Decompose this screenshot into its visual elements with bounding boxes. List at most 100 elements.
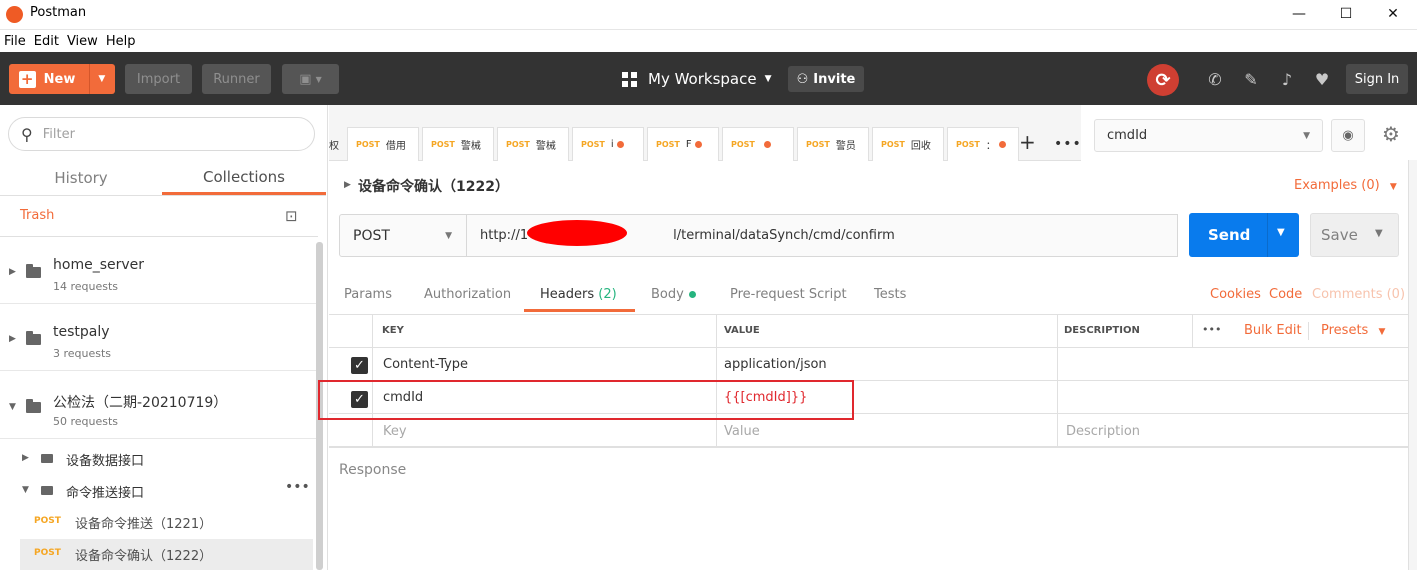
cookies-link[interactable]: Cookies <box>1210 287 1261 302</box>
tab-tests[interactable]: Tests <box>874 287 906 302</box>
collection-name: home_server <box>53 257 145 273</box>
chevron-right-icon[interactable]: ▶ <box>22 453 29 463</box>
tab-collections[interactable]: Collections <box>162 161 326 195</box>
request-tab[interactable]: POST 借用 <box>347 127 419 161</box>
method-badge: POST <box>806 140 830 149</box>
divider <box>1308 322 1309 340</box>
chevron-down-icon: ▼ <box>1378 327 1386 337</box>
folder-item-expanded[interactable]: ▼ 命令推送接口 ••• <box>0 474 318 507</box>
new-tab-icon[interactable]: + <box>1019 130 1036 154</box>
collection-item[interactable]: ▶ home_server 14 requests <box>0 238 318 304</box>
tab-history[interactable]: History <box>0 161 162 195</box>
menu-edit[interactable]: Edit <box>34 34 59 49</box>
collection-count: 14 requests <box>53 280 119 293</box>
tab-authorization[interactable]: Authorization <box>424 287 511 302</box>
method-select[interactable]: POST ▼ <box>339 214 467 257</box>
new-header-description-input[interactable]: Description <box>1066 424 1140 439</box>
filter-input[interactable]: ⚲ Filter <box>8 117 315 151</box>
more-tabs-icon[interactable]: ••• <box>1054 136 1082 152</box>
redaction-scribble <box>527 220 627 246</box>
collection-item[interactable]: ▶ testpaly 3 requests <box>0 305 318 371</box>
environment-quick-look-button[interactable]: ◉ <box>1331 119 1365 152</box>
minimize-button[interactable]: — <box>1276 0 1322 28</box>
new-header-value-input[interactable]: Value <box>724 424 760 439</box>
unsaved-dot-icon <box>763 141 771 148</box>
folder-item[interactable]: ▶ 设备数据接口 <box>0 442 318 475</box>
bell-icon[interactable]: ♪ <box>1276 68 1298 90</box>
maximize-button[interactable]: ☐ <box>1323 0 1369 28</box>
presets-dropdown[interactable]: Presets ▼ <box>1321 323 1385 338</box>
new-button[interactable]: + New ▼ <box>9 64 115 94</box>
table-more-options-icon[interactable]: ••• <box>1202 323 1221 336</box>
runner-button[interactable]: Runner <box>202 64 271 94</box>
new-window-button[interactable]: ▣ ▼ <box>282 64 339 94</box>
unsaved-dot-icon <box>616 141 624 148</box>
tab-name: 警员 <box>835 141 856 152</box>
collection-item-expanded[interactable]: ▼ 公检法（二期-20210719） 50 requests <box>0 373 318 439</box>
tab-params[interactable]: Params <box>344 287 392 302</box>
request-tab-partial[interactable]: 权 <box>329 137 339 152</box>
new-button-label: New <box>43 71 76 87</box>
chevron-right-icon[interactable]: ▶ <box>9 267 16 277</box>
sign-in-button[interactable]: Sign In <box>1346 64 1408 94</box>
new-button-divider <box>89 64 91 94</box>
chevron-down-icon[interactable]: ▼ <box>22 485 29 495</box>
chevron-right-icon[interactable]: ▶ <box>9 334 16 344</box>
tab-pre-request-script[interactable]: Pre-request Script <box>730 287 847 302</box>
trash-link[interactable]: Trash <box>20 208 54 223</box>
more-options-icon[interactable]: ••• <box>285 479 310 495</box>
heart-icon[interactable]: ♥ <box>1311 68 1333 90</box>
request-tab-active[interactable]: POST ： <box>947 127 1019 161</box>
comments-link[interactable]: Comments (0) <box>1312 287 1405 302</box>
header-enabled-checkbox[interactable]: ✓ <box>351 357 368 374</box>
bulk-edit-link[interactable]: Bulk Edit <box>1244 323 1302 338</box>
new-window-icon: ▣ <box>299 71 312 87</box>
search-icon: ⚲ <box>21 124 33 144</box>
invite-button[interactable]: ⚇ Invite <box>788 66 864 92</box>
chevron-right-icon[interactable]: ▶ <box>344 180 351 190</box>
tab-headers[interactable]: Headers (2) <box>540 287 617 302</box>
request-tab[interactable]: POST i <box>572 127 644 161</box>
method-badge: POST <box>731 140 755 149</box>
right-scrollbar-track[interactable] <box>1408 160 1417 570</box>
request-tab[interactable]: POST 警械 <box>422 127 494 161</box>
chevron-down-icon[interactable]: ▼ <box>1277 227 1285 238</box>
request-tab[interactable]: POST 回收 <box>872 127 944 161</box>
code-link[interactable]: Code <box>1269 287 1302 302</box>
gear-icon[interactable]: ⚙ <box>1374 117 1408 151</box>
new-collection-icon[interactable]: ⊡ <box>285 207 298 225</box>
save-button[interactable]: Save ▼ <box>1310 213 1399 257</box>
tab-name: 警械 <box>535 141 556 152</box>
close-button[interactable]: ✕ <box>1370 0 1416 28</box>
wrench-icon[interactable]: ✎ <box>1240 68 1262 90</box>
request-tab[interactable]: POST 警员 <box>797 127 869 161</box>
menu-file[interactable]: File <box>4 34 26 49</box>
header-value[interactable]: application/json <box>724 357 827 372</box>
send-button-label: Send <box>1208 226 1251 244</box>
satellite-icon[interactable]: ✆ <box>1204 68 1226 90</box>
method-badge: POST <box>881 140 905 149</box>
request-tab[interactable]: POST <box>722 127 794 161</box>
method-badge: POST <box>656 140 680 149</box>
chevron-down-icon[interactable]: ▼ <box>1375 228 1383 239</box>
sync-icon[interactable]: ⟳ <box>1147 64 1179 96</box>
header-key[interactable]: Content-Type <box>383 357 468 372</box>
request-item[interactable]: POST 设备命令推送（1221） <box>20 507 313 538</box>
new-header-key-input[interactable]: Key <box>383 424 407 439</box>
import-button[interactable]: Import <box>125 64 192 94</box>
tab-name: ： <box>985 141 996 152</box>
request-tab[interactable]: POST F <box>647 127 719 161</box>
environment-select[interactable]: cmdId ▼ <box>1094 119 1323 152</box>
workspace-switcher[interactable]: My Workspace ▼ <box>622 66 772 92</box>
method-badge: POST <box>431 140 455 149</box>
send-button[interactable]: Send ▼ <box>1189 213 1299 257</box>
menu-help[interactable]: Help <box>106 34 136 49</box>
request-name: 设备命令确认（1222） <box>75 549 213 564</box>
examples-dropdown[interactable]: Examples (0) ▼ <box>1294 178 1397 193</box>
request-item-selected[interactable]: POST 设备命令确认（1222） <box>20 539 313 570</box>
request-tab[interactable]: POST 警械 <box>497 127 569 161</box>
chevron-down-icon[interactable]: ▼ <box>98 74 105 84</box>
tab-body[interactable]: Body <box>651 287 684 302</box>
chevron-down-icon[interactable]: ▼ <box>9 402 16 412</box>
menu-view[interactable]: View <box>67 34 98 49</box>
